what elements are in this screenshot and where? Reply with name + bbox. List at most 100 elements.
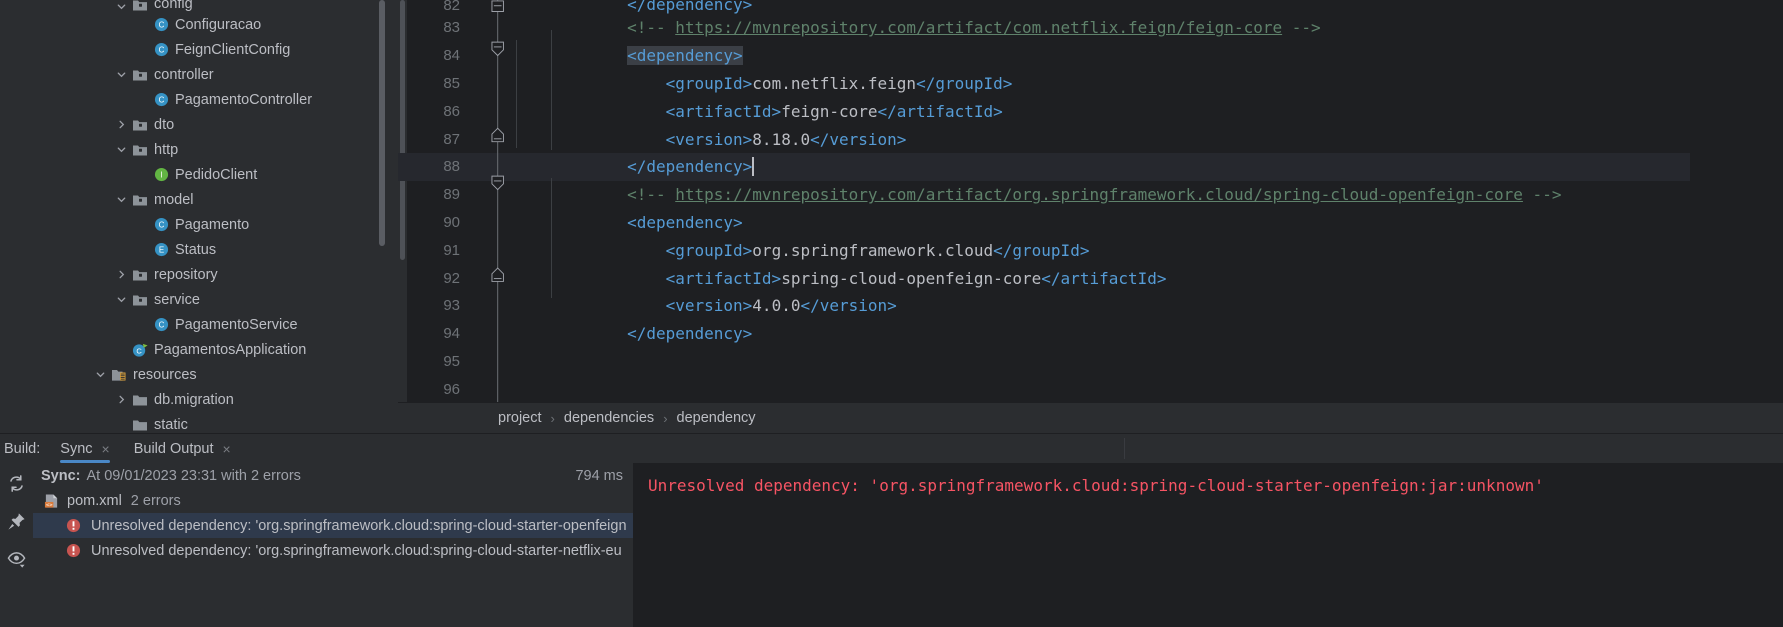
tree-item-pagamento[interactable]: C Pagamento	[0, 212, 398, 237]
eye-filter-icon[interactable]	[7, 549, 27, 569]
code-line[interactable]: 85 <groupId>com.netflix.feign</groupId>	[398, 70, 1783, 98]
tree-item-resources[interactable]: resources	[0, 362, 398, 387]
tree-item-pagamentoservice[interactable]: C PagamentoService	[0, 312, 398, 337]
fold-gutter[interactable]	[468, 42, 510, 70]
code-line[interactable]: 82 </dependency>	[398, 0, 1783, 14]
fold-gutter[interactable]	[468, 0, 510, 14]
fold-gutter[interactable]	[468, 181, 510, 209]
tree-item-label: config	[154, 0, 193, 12]
tree-item-config[interactable]: config	[0, 0, 398, 12]
tree-item-pedidoclient[interactable]: I PedidoClient	[0, 162, 398, 187]
tree-item-dto[interactable]: dto	[0, 112, 398, 137]
chevron-right-icon[interactable]	[113, 119, 130, 130]
chevron-down-icon[interactable]	[113, 194, 130, 205]
tree-item-feignclientconfig[interactable]: C FeignClientConfig	[0, 37, 398, 62]
build-console[interactable]: Unresolved dependency: 'org.springframew…	[634, 463, 1783, 627]
class-icon: C	[151, 92, 171, 107]
fold-gutter[interactable]	[468, 153, 510, 181]
fold-gutter[interactable]	[468, 209, 510, 237]
editor-body[interactable]: 82 </dependency> 83 <!-- https://mvnrepos…	[398, 0, 1783, 403]
chevron-down-icon[interactable]	[92, 369, 109, 380]
build-toolbar[interactable]	[0, 463, 33, 627]
breadcrumb-item-project[interactable]: project	[498, 410, 542, 426]
chevron-down-icon[interactable]	[113, 144, 130, 155]
project-tree-panel[interactable]: config C Configuracao C FeignClientConfig con…	[0, 0, 398, 433]
code-line[interactable]: 86 <artifactId>feign-core</artifactId>	[398, 97, 1783, 125]
code-line[interactable]: 93 <version>4.0.0</version>	[398, 292, 1783, 320]
build-error-row[interactable]: Unresolved dependency: 'org.springframew…	[33, 513, 633, 538]
fold-gutter[interactable]	[468, 348, 510, 376]
tree-item-status[interactable]: E Status	[0, 237, 398, 262]
folder-icon	[130, 193, 150, 207]
code-line[interactable]: 88 </dependency>	[398, 152, 1783, 181]
fold-gutter[interactable]	[468, 320, 510, 348]
breadcrumb-item-dependency[interactable]: dependency	[677, 410, 756, 426]
sync-label: Sync:	[41, 467, 81, 484]
tree-item-configuracao[interactable]: C Configuracao	[0, 12, 398, 37]
tree-item-static[interactable]: static	[0, 412, 398, 433]
code-line[interactable]: 94 </dependency>	[398, 320, 1783, 348]
spring-class-icon: C	[130, 342, 150, 358]
fold-gutter[interactable]	[468, 97, 510, 125]
fold-gutter[interactable]	[468, 70, 510, 98]
code-line[interactable]: 96	[398, 375, 1783, 402]
code-text: <dependency>	[550, 46, 743, 66]
chevron-right-icon[interactable]	[113, 269, 130, 280]
line-number: 87	[443, 130, 460, 148]
chevron-down-icon[interactable]	[113, 69, 130, 80]
fold-gutter[interactable]	[468, 14, 510, 42]
tree-item-db-migration[interactable]: db.migration	[0, 387, 398, 412]
code-line[interactable]: 83 <!-- https://mvnrepository.com/artifa…	[398, 14, 1783, 42]
tree-item-pagamentosapplication[interactable]: C PagamentosApplication	[0, 337, 398, 362]
code-text: </dependency>	[550, 324, 752, 343]
code-line[interactable]: 87 <version>8.18.0</version>	[398, 125, 1783, 153]
build-error-row[interactable]: Unresolved dependency: 'org.springframew…	[33, 538, 633, 563]
editor-error-stripe[interactable]	[1690, 0, 1783, 403]
fold-gutter[interactable]	[468, 375, 510, 402]
code-text: <groupId>org.springframework.cloud</grou…	[550, 241, 1090, 260]
fold-gutter[interactable]	[468, 292, 510, 320]
tree-item-repository[interactable]: repository	[0, 262, 398, 287]
build-results-tree[interactable]: Sync: At 09/01/2023 23:31 with 2 errors …	[33, 463, 634, 627]
code-link[interactable]: https://mvnrepository.com/artifact/org.s…	[675, 185, 1523, 204]
breadcrumb-item-dependencies[interactable]: dependencies	[564, 410, 654, 426]
fold-gutter[interactable]	[468, 236, 510, 264]
tree-item-service[interactable]: service	[0, 287, 398, 312]
project-tree-scrollbar[interactable]	[379, 0, 385, 246]
svg-text:I: I	[160, 171, 162, 180]
code-line[interactable]: 84 <dependency>	[398, 42, 1783, 70]
code-line[interactable]: 91 <groupId>org.springframework.cloud</g…	[398, 236, 1783, 264]
tab-sync[interactable]: Sync ×	[48, 434, 121, 463]
fold-gutter[interactable]	[468, 264, 510, 292]
pom-xml-icon: <>	[41, 493, 61, 509]
build-sync-row[interactable]: Sync: At 09/01/2023 23:31 with 2 errors …	[33, 463, 633, 488]
chevron-down-icon[interactable]	[113, 1, 130, 12]
code-editor[interactable]: 82 </dependency> 83 <!-- https://mvnrepos…	[398, 0, 1783, 433]
build-error-text: Unresolved dependency: 'org.springframew…	[91, 517, 627, 534]
breadcrumb[interactable]: project › dependencies › dependency	[398, 402, 1783, 433]
refresh-icon[interactable]	[7, 473, 27, 493]
code-line[interactable]: 95	[398, 348, 1783, 376]
tree-item-http[interactable]: http	[0, 137, 398, 162]
close-icon[interactable]: ×	[102, 442, 110, 456]
build-file-row[interactable]: <> pom.xml 2 errors	[33, 488, 633, 513]
tree-item-controller[interactable]: controller	[0, 62, 398, 87]
tree-item-label: repository	[154, 266, 218, 283]
code-line[interactable]: 89 <!-- https://mvnrepository.com/artifa…	[398, 181, 1783, 209]
chevron-right-icon[interactable]	[113, 394, 130, 405]
close-icon[interactable]: ×	[223, 442, 231, 456]
pin-icon[interactable]	[7, 511, 27, 531]
tab-build-output[interactable]: Build Output ×	[122, 434, 243, 463]
chevron-down-icon[interactable]	[113, 294, 130, 305]
tree-item-model[interactable]: model	[0, 187, 398, 212]
code-link[interactable]: https://mvnrepository.com/artifact/com.n…	[675, 18, 1282, 37]
tree-item-pagamentocontroller[interactable]: C PagamentoController	[0, 87, 398, 112]
code-line[interactable]: 92 <artifactId>spring-cloud-openfeign-co…	[398, 264, 1783, 292]
code-line[interactable]: 90 <dependency>	[398, 209, 1783, 237]
fold-gutter[interactable]	[468, 125, 510, 153]
code-token: 4.0.0	[752, 296, 801, 316]
sync-summary: At 09/01/2023 23:31 with 2 errors	[86, 467, 301, 484]
